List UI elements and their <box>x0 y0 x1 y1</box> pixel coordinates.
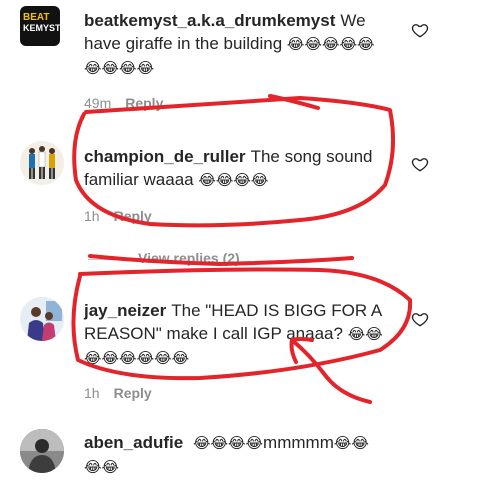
reply-button[interactable]: Reply <box>114 385 152 401</box>
comment-meta: 1h Reply <box>84 208 152 224</box>
avatar[interactable] <box>20 429 64 473</box>
comment-meta: 1h Reply <box>84 385 152 401</box>
timestamp: 1h <box>84 385 100 401</box>
username[interactable]: beatkemyst_a.k.a_drumkemyst <box>84 11 335 30</box>
comment-text: beatkemyst_a.k.a_drumkemyst We have giraf… <box>84 9 384 80</box>
view-replies-button[interactable]: View replies (2) <box>88 250 240 266</box>
heart-icon[interactable] <box>411 310 429 328</box>
avatar[interactable] <box>20 141 64 185</box>
heart-icon[interactable] <box>411 155 429 173</box>
comment-text: aben_adufie 😂😂😂😂mmmmm😂😂😂😂 <box>84 431 384 479</box>
timestamp: 1h <box>84 208 100 224</box>
username[interactable]: jay_neizer <box>84 301 166 320</box>
comment-meta: 49m Reply <box>84 95 163 111</box>
comment-body: mmmmm <box>263 433 334 452</box>
avatar-logo-top: BEAT <box>23 12 50 23</box>
heart-icon[interactable] <box>411 21 429 39</box>
avatar-logo-bottom: KEMYST <box>23 23 60 33</box>
emoji-group: 😂😂😂😂 <box>192 434 264 452</box>
reply-button[interactable]: Reply <box>114 208 152 224</box>
username[interactable]: champion_de_ruller <box>84 147 246 166</box>
avatar[interactable] <box>20 297 64 341</box>
username[interactable]: aben_adufie <box>84 433 183 452</box>
divider-line <box>88 258 120 260</box>
view-replies-label: View replies (2) <box>138 250 240 266</box>
comment-text: jay_neizer The "HEAD IS BIGG FOR A REASON… <box>84 299 384 370</box>
reply-button[interactable]: Reply <box>125 95 163 111</box>
annotation-stroke-1 <box>268 94 320 110</box>
comment-text: champion_de_ruller The song sound familia… <box>84 145 384 192</box>
timestamp: 49m <box>84 95 112 111</box>
emoji-group: 😂😂😂😂 <box>198 171 269 189</box>
avatar[interactable]: BEAT KEMYST <box>20 6 60 46</box>
